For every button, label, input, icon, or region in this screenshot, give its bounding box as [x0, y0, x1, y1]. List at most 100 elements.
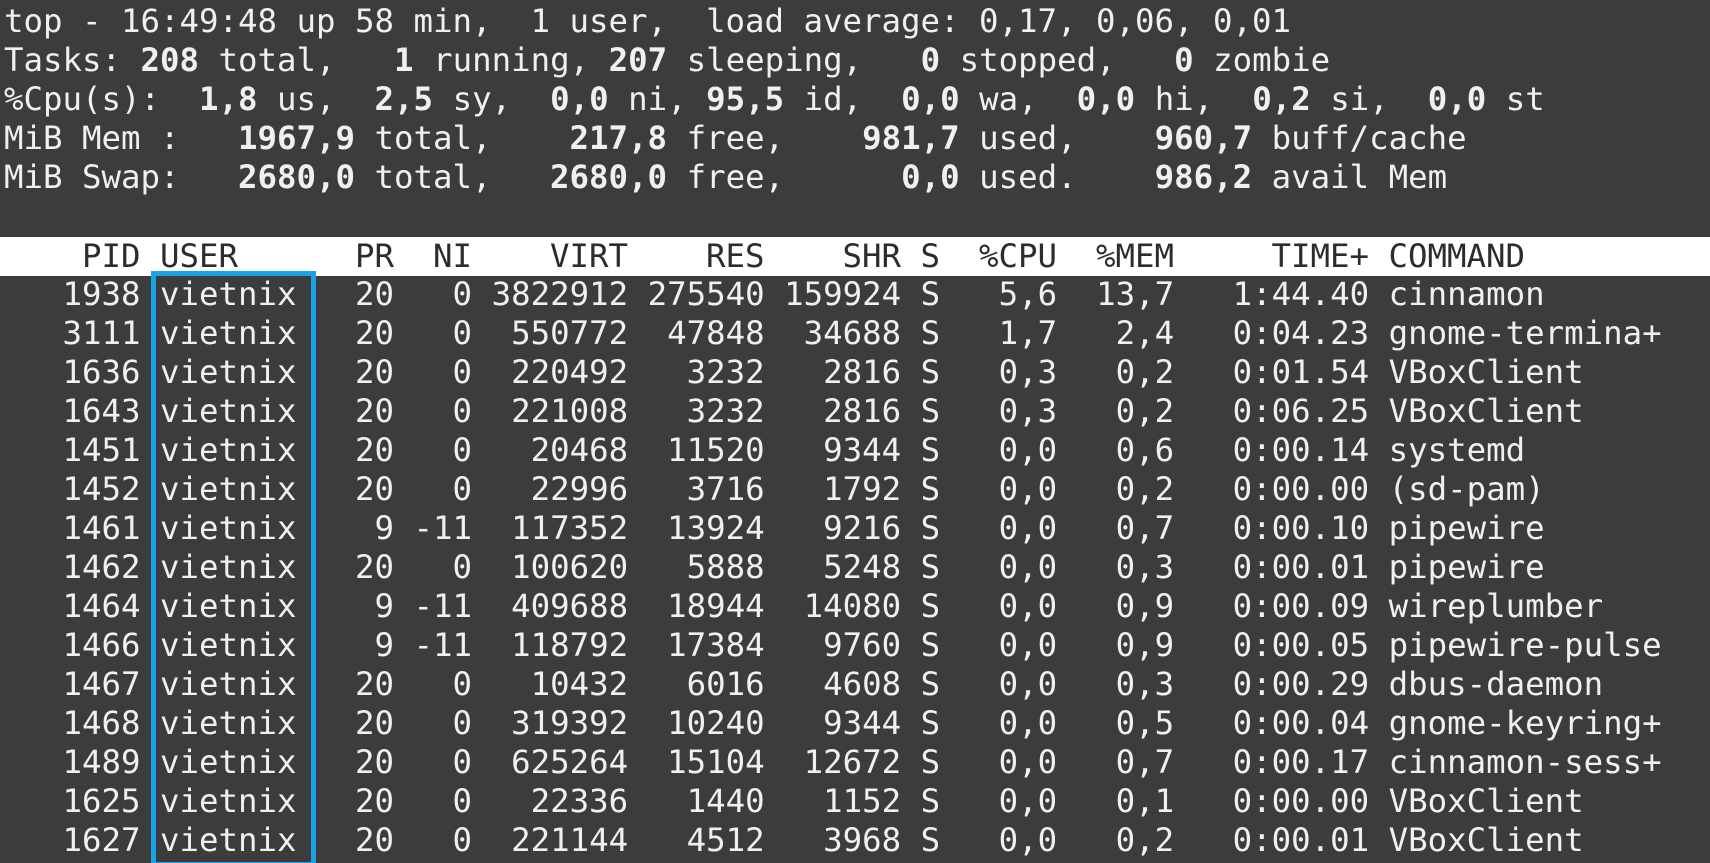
cell-shr: 3968 [764, 821, 902, 859]
summary-value: 960,7 [1154, 119, 1253, 157]
cell-s: S [901, 665, 941, 703]
cell-time: 0:00.01 [1174, 821, 1370, 859]
summary-label: top - 16:49:48 up 58 min, 1 user, load a… [4, 2, 1292, 40]
cell-virt: 22996 [472, 470, 629, 508]
summary-value: 0,2 [1252, 80, 1311, 118]
cell-shr: 9344 [764, 704, 902, 742]
process-row[interactable]: 1938 vietnix 20 0 3822912 275540 159924 … [4, 275, 1545, 314]
cell-user: vietnix [140, 782, 317, 820]
cell-pr: 20 [316, 392, 395, 430]
cell-shr: 1792 [764, 470, 902, 508]
cell-s: S [901, 353, 941, 391]
cell-mem: 0,7 [1057, 743, 1175, 781]
cell-command: wireplumber [1369, 587, 1604, 625]
process-row[interactable]: 3111 vietnix 20 0 550772 47848 34688 S 1… [4, 314, 1662, 353]
summary-label: si, [1310, 80, 1428, 118]
process-row[interactable]: 1464 vietnix 9 -11 409688 18944 14080 S … [4, 587, 1604, 626]
cell-cpu: 1,7 [940, 314, 1058, 352]
summary-label: buff/cache [1252, 119, 1467, 157]
process-row[interactable]: 1452 vietnix 20 0 22996 3716 1792 S 0,0 … [4, 470, 1545, 509]
cell-s: S [901, 509, 941, 547]
process-row[interactable]: 1625 vietnix 20 0 22336 1440 1152 S 0,0 … [4, 782, 1584, 821]
cell-virt: 100620 [472, 548, 629, 586]
summary-label: us, [257, 80, 375, 118]
cell-mem: 0,2 [1057, 353, 1175, 391]
process-row[interactable]: 1461 vietnix 9 -11 117352 13924 9216 S 0… [4, 509, 1545, 548]
cell-res: 3232 [628, 353, 765, 391]
cell-cpu: 0,0 [940, 821, 1058, 859]
cell-user: vietnix [140, 275, 317, 313]
cell-cpu: 0,0 [940, 743, 1058, 781]
cell-command: VBoxClient [1369, 782, 1584, 820]
cell-cpu: 0,0 [940, 704, 1058, 742]
cell-res: 275540 [628, 275, 765, 313]
cell-mem: 13,7 [1057, 275, 1175, 313]
process-row[interactable]: 1462 vietnix 20 0 100620 5888 5248 S 0,0… [4, 548, 1545, 587]
cell-time: 0:00.00 [1174, 470, 1370, 508]
cell-mem: 0,9 [1057, 626, 1175, 664]
process-row[interactable]: 1451 vietnix 20 0 20468 11520 9344 S 0,0… [4, 431, 1526, 470]
cell-s: S [901, 782, 941, 820]
cell-user: vietnix [140, 392, 317, 430]
cell-cpu: 0,0 [940, 548, 1058, 586]
cell-res: 4512 [628, 821, 765, 859]
summary-label: %Cpu(s): [4, 80, 200, 118]
summary-label: sy, [433, 80, 551, 118]
cell-pr: 20 [316, 275, 395, 313]
cell-s: S [901, 392, 941, 430]
cell-time: 0:00.05 [1174, 626, 1370, 664]
cell-mem: 0,1 [1057, 782, 1175, 820]
cell-mem: 0,7 [1057, 509, 1175, 547]
cell-s: S [901, 431, 941, 469]
cell-mem: 0,3 [1057, 548, 1175, 586]
summary-label: used, [959, 119, 1155, 157]
cell-cpu: 0,3 [940, 392, 1058, 430]
cell-ni: 0 [394, 392, 473, 430]
cell-pr: 20 [316, 704, 395, 742]
summary-label: Tasks: [4, 41, 141, 79]
cell-ni: 0 [394, 431, 473, 469]
process-row[interactable]: 1489 vietnix 20 0 625264 15104 12672 S 0… [4, 743, 1662, 782]
summary-value: 0,0 [1427, 80, 1487, 118]
summary-label: free, [667, 158, 902, 196]
cell-virt: 625264 [472, 743, 629, 781]
cell-virt: 117352 [472, 509, 629, 547]
cell-pr: 9 [316, 587, 395, 625]
summary-label: st [1486, 80, 1545, 118]
terminal-window[interactable]: top - 16:49:48 up 58 min, 1 user, load a… [0, 0, 1710, 863]
process-row[interactable]: 1467 vietnix 20 0 10432 6016 4608 S 0,0 … [4, 665, 1604, 704]
process-row[interactable]: 1468 vietnix 20 0 319392 10240 9344 S 0,… [4, 704, 1662, 743]
cell-user: vietnix [140, 821, 317, 859]
cell-user: vietnix [140, 470, 317, 508]
cell-mem: 0,2 [1057, 470, 1175, 508]
summary-label: MiB Swap: [4, 158, 239, 196]
cell-user: vietnix [140, 665, 317, 703]
cell-shr: 14080 [764, 587, 902, 625]
cell-res: 3232 [628, 392, 765, 430]
summary-value: 0,0 [901, 80, 960, 118]
cell-ni: 0 [394, 275, 473, 313]
process-row[interactable]: 1627 vietnix 20 0 221144 4512 3968 S 0,0… [4, 821, 1584, 860]
cell-ni: 0 [394, 743, 473, 781]
cell-time: 0:00.01 [1174, 548, 1370, 586]
summary-label: ni, [608, 80, 707, 118]
cell-res: 13924 [628, 509, 765, 547]
cell-pr: 20 [316, 431, 395, 469]
cell-user: vietnix [140, 314, 317, 352]
cell-cpu: 0,0 [940, 782, 1058, 820]
process-row[interactable]: 1636 vietnix 20 0 220492 3232 2816 S 0,3… [4, 353, 1584, 392]
cell-pr: 20 [316, 470, 395, 508]
cell-virt: 319392 [472, 704, 629, 742]
cell-virt: 10432 [472, 665, 629, 703]
process-row[interactable]: 1466 vietnix 9 -11 118792 17384 9760 S 0… [4, 626, 1662, 665]
cell-virt: 118792 [472, 626, 629, 664]
cell-virt: 22336 [472, 782, 629, 820]
summary-label: free, [667, 119, 863, 157]
cell-shr: 4608 [764, 665, 902, 703]
cell-cpu: 0,0 [940, 626, 1058, 664]
cell-mem: 0,2 [1057, 821, 1175, 859]
process-row[interactable]: 1643 vietnix 20 0 221008 3232 2816 S 0,3… [4, 392, 1584, 431]
cell-res: 47848 [628, 314, 765, 352]
cell-res: 18944 [628, 587, 765, 625]
cell-shr: 159924 [764, 275, 902, 313]
